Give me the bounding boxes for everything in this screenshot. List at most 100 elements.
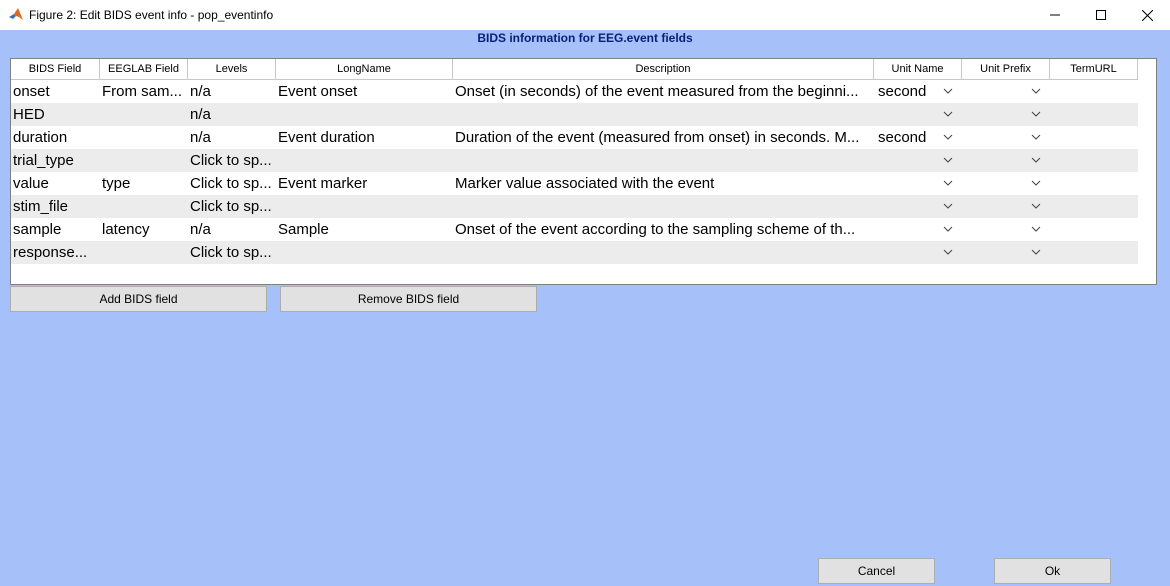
cell-unit-prefix-dropdown[interactable] [962, 241, 1050, 264]
table-row: value type Click to sp... Event marker Marke… [11, 172, 1138, 195]
close-window-button[interactable] [1124, 0, 1170, 30]
table-body: onset From sam... n/a Event onset Onset (in … [11, 80, 1138, 264]
cell-description[interactable]: Onset of the event according to the samp… [453, 218, 874, 241]
cell-unit-name-text: second [878, 83, 927, 100]
add-bids-field-button[interactable]: Add BIDS field [10, 286, 267, 312]
cell-term-url[interactable] [1050, 80, 1138, 103]
cell-eeglab-field[interactable]: latency [100, 218, 188, 241]
cell-bids-field[interactable]: value [11, 172, 100, 195]
cell-term-url[interactable] [1050, 195, 1138, 218]
column-header-eeglab-field[interactable]: EEGLAB Field [100, 59, 188, 80]
cell-unit-prefix-dropdown[interactable] [962, 126, 1050, 149]
cell-description[interactable] [453, 149, 874, 172]
cell-bids-field[interactable]: onset [11, 80, 100, 103]
column-header-unit-prefix[interactable]: Unit Prefix [962, 59, 1050, 80]
cell-term-url[interactable] [1050, 103, 1138, 126]
chevron-down-icon [1031, 134, 1041, 140]
cell-bids-field[interactable]: trial_type [11, 149, 100, 172]
cell-unit-name-dropdown[interactable] [874, 195, 962, 218]
cell-term-url[interactable] [1050, 172, 1138, 195]
cell-description[interactable]: Onset (in seconds) of the event measured… [453, 80, 874, 103]
cell-eeglab-field[interactable] [100, 149, 188, 172]
cell-levels[interactable]: n/a [188, 218, 276, 241]
window-titlebar[interactable]: Figure 2: Edit BIDS event info - pop_eve… [0, 0, 1170, 30]
cell-levels-text: n/a [190, 129, 211, 146]
cell-unit-name-dropdown[interactable] [874, 241, 962, 264]
cell-bids-field-text: value [13, 175, 49, 192]
cell-unit-prefix-dropdown[interactable] [962, 80, 1050, 103]
cell-eeglab-field[interactable]: type [100, 172, 188, 195]
column-header-longname[interactable]: LongName [276, 59, 453, 80]
cell-eeglab-field[interactable]: From sam... [100, 80, 188, 103]
cell-unit-name-dropdown[interactable]: second [874, 126, 962, 149]
column-header-levels[interactable]: Levels [188, 59, 276, 80]
cell-longname[interactable]: Event onset [276, 80, 453, 103]
cell-eeglab-field[interactable] [100, 241, 188, 264]
cell-levels[interactable]: Click to sp... [188, 149, 276, 172]
cell-description-text: Onset (in seconds) of the event measured… [455, 83, 859, 100]
cell-levels[interactable]: Click to sp... [188, 195, 276, 218]
minimize-button[interactable] [1032, 0, 1078, 30]
cell-levels[interactable]: n/a [188, 103, 276, 126]
cell-bids-field[interactable]: sample [11, 218, 100, 241]
cell-term-url[interactable] [1050, 126, 1138, 149]
table-row: duration n/a Event duration Duration of the… [11, 126, 1138, 149]
chevron-down-icon [943, 180, 953, 186]
cell-bids-field[interactable]: HED [11, 103, 100, 126]
cell-bids-field[interactable]: response... [11, 241, 100, 264]
column-header-term-url[interactable]: TermURL [1050, 59, 1138, 80]
cell-description[interactable]: Duration of the event (measured from ons… [453, 126, 874, 149]
remove-bids-field-button[interactable]: Remove BIDS field [280, 286, 537, 312]
cell-longname[interactable]: Event duration [276, 126, 453, 149]
cell-levels[interactable]: Click to sp... [188, 241, 276, 264]
cell-longname[interactable] [276, 241, 453, 264]
cell-description[interactable]: Marker value associated with the event [453, 172, 874, 195]
cell-eeglab-field[interactable] [100, 126, 188, 149]
cell-longname[interactable]: Sample [276, 218, 453, 241]
ok-button[interactable]: Ok [994, 558, 1111, 584]
cell-unit-name-dropdown[interactable] [874, 218, 962, 241]
cell-unit-name-dropdown[interactable]: second [874, 80, 962, 103]
cell-levels-text: Click to sp... [190, 198, 272, 215]
cell-unit-prefix-dropdown[interactable] [962, 218, 1050, 241]
cell-unit-name-dropdown[interactable] [874, 149, 962, 172]
cell-levels[interactable]: n/a [188, 126, 276, 149]
cell-unit-prefix-dropdown[interactable] [962, 103, 1050, 126]
chevron-down-icon [1031, 111, 1041, 117]
cell-eeglab-field[interactable] [100, 195, 188, 218]
cell-description[interactable] [453, 103, 874, 126]
cell-bids-field[interactable]: stim_file [11, 195, 100, 218]
cell-longname[interactable]: Event marker [276, 172, 453, 195]
cell-unit-prefix-dropdown[interactable] [962, 172, 1050, 195]
cell-longname[interactable] [276, 103, 453, 126]
cell-bids-field[interactable]: duration [11, 126, 100, 149]
cell-levels[interactable]: n/a [188, 80, 276, 103]
cell-levels-text: Click to sp... [190, 175, 272, 192]
cell-unit-name-dropdown[interactable] [874, 172, 962, 195]
cell-term-url[interactable] [1050, 149, 1138, 172]
cell-levels-text: n/a [190, 221, 211, 238]
cancel-button[interactable]: Cancel [818, 558, 935, 584]
cell-term-url[interactable] [1050, 218, 1138, 241]
cell-description[interactable] [453, 195, 874, 218]
maximize-button[interactable] [1078, 0, 1124, 30]
maximize-icon [1096, 10, 1106, 20]
cell-longname[interactable] [276, 195, 453, 218]
column-header-description[interactable]: Description [453, 59, 874, 80]
column-header-unit-name[interactable]: Unit Name [874, 59, 962, 80]
table-row: trial_type Click to sp... [11, 149, 1138, 172]
cell-unit-prefix-dropdown[interactable] [962, 149, 1050, 172]
cell-longname[interactable] [276, 149, 453, 172]
cell-unit-name-dropdown[interactable] [874, 103, 962, 126]
chevron-down-icon [1031, 88, 1041, 94]
cell-eeglab-field-text: latency [102, 221, 150, 238]
bids-event-table[interactable]: BIDS Field EEGLAB Field Levels LongName … [10, 58, 1157, 285]
chevron-down-icon [943, 111, 953, 117]
column-header-bids-field[interactable]: BIDS Field [11, 59, 100, 80]
cell-term-url[interactable] [1050, 241, 1138, 264]
cell-unit-prefix-dropdown[interactable] [962, 195, 1050, 218]
cell-levels[interactable]: Click to sp... [188, 172, 276, 195]
cell-description[interactable] [453, 241, 874, 264]
table-row: response... Click to sp... [11, 241, 1138, 264]
cell-eeglab-field[interactable] [100, 103, 188, 126]
